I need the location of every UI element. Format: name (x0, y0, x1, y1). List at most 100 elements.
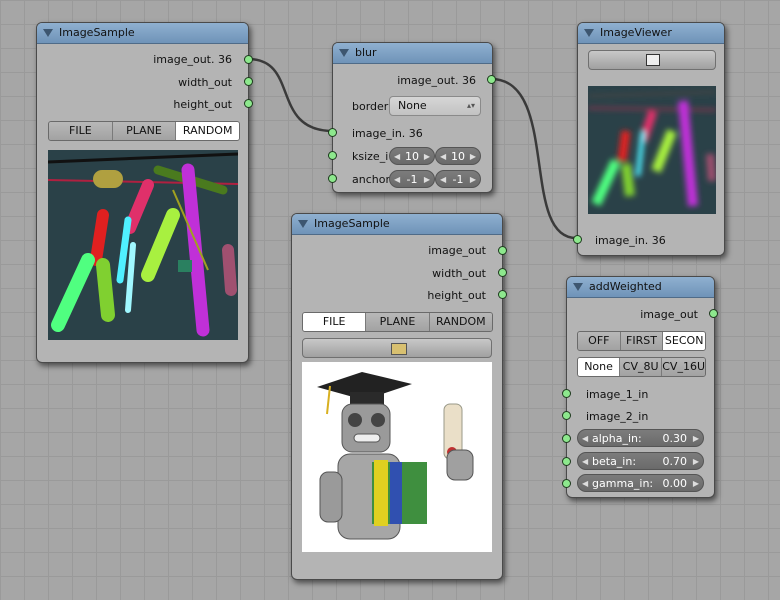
mode-random[interactable]: RANDOM (428, 313, 492, 331)
alpha-label: alpha_in: (592, 432, 642, 445)
image-sample-node-2[interactable]: ImageSample image_out width_out height_o… (291, 213, 507, 580)
dtype-selector[interactable]: None CV_8U CV_16U (577, 357, 706, 377)
dtype-cv16u[interactable]: CV_16U (661, 358, 705, 376)
graduate-robot-image (302, 362, 492, 552)
arrow-right-icon[interactable]: ▶ (470, 148, 476, 166)
node-title: ImageViewer (600, 26, 672, 39)
output-label-height: height_out (427, 289, 486, 302)
random-image-preview (48, 150, 238, 340)
input-socket-anchor[interactable] (328, 174, 337, 183)
output-socket-image[interactable] (244, 55, 253, 64)
ksize-label: ksize_i (352, 150, 389, 163)
anchor-x-field[interactable]: ◀ -1 ▶ (389, 170, 435, 188)
mode-plane[interactable]: PLANE (365, 313, 429, 331)
triangle-down-icon[interactable] (43, 29, 53, 37)
arrow-right-icon[interactable]: ▶ (424, 148, 430, 166)
beta-label: beta_in: (592, 455, 637, 468)
output-label-width: width_out (432, 267, 486, 280)
output-label-image: image_out (428, 244, 486, 257)
output-socket-image[interactable] (709, 309, 718, 318)
add-weighted-node[interactable]: addWeighted image_out OFF FIRST SECON No… (562, 276, 718, 498)
output-socket-height[interactable] (244, 99, 253, 108)
image-viewer-node[interactable]: ImageViewer image_in. 36 (573, 22, 725, 256)
arrow-right-icon[interactable]: ▶ (693, 453, 699, 471)
dtype-cv8u[interactable]: CV_8U (619, 358, 662, 376)
blur-node[interactable]: blur image_out. 36 border None ▴▾ image_… (328, 42, 496, 193)
gamma-label: gamma_in: (592, 477, 654, 490)
triangle-down-icon[interactable] (339, 49, 349, 57)
alpha-value: 0.30 (662, 432, 688, 445)
robot-image-preview (302, 362, 492, 552)
output-socket-height[interactable] (498, 290, 507, 299)
triangle-down-icon[interactable] (584, 29, 594, 37)
mode-file[interactable]: FILE (49, 122, 112, 140)
input-socket-alpha[interactable] (562, 434, 571, 443)
source-mode-selector[interactable]: FILE PLANE RANDOM (302, 312, 493, 332)
border-dropdown-value: None (398, 99, 427, 112)
output-label-image: image_out. 36 (153, 53, 232, 66)
output-label-height: height_out (173, 98, 232, 111)
output-socket-image[interactable] (487, 75, 496, 84)
input-socket-image-1[interactable] (562, 389, 571, 398)
mode-random[interactable]: RANDOM (175, 122, 239, 140)
output-socket-width[interactable] (244, 77, 253, 86)
random-strokes-image (48, 150, 238, 340)
arrow-left-icon[interactable]: ◀ (582, 430, 588, 448)
output-label-width: width_out (178, 76, 232, 89)
node-header[interactable]: addWeighted (567, 277, 714, 298)
mode-first[interactable]: FIRST (619, 332, 663, 350)
link-sample1-blur (247, 57, 334, 133)
triangle-down-icon[interactable] (573, 283, 583, 291)
display-button[interactable] (588, 50, 716, 70)
arrow-right-icon[interactable]: ▶ (693, 430, 699, 448)
beta-field[interactable]: ◀ beta_in: 0.70 ▶ (577, 452, 704, 470)
ksize-y-field[interactable]: ◀ 10 ▶ (435, 147, 481, 165)
anchor-y-field[interactable]: ◀ -1 ▶ (435, 170, 481, 188)
input-socket-image-2[interactable] (562, 411, 571, 420)
input-socket-image[interactable] (328, 128, 337, 137)
source-mode-selector[interactable]: FILE PLANE RANDOM (48, 121, 240, 141)
node-header[interactable]: ImageViewer (578, 23, 724, 44)
mode-second[interactable]: SECON (662, 332, 705, 350)
input-socket-gamma[interactable] (562, 479, 571, 488)
ksize-x-field[interactable]: ◀ 10 ▶ (389, 147, 435, 165)
input-label-image-1: image_1_in (586, 388, 649, 401)
output-socket-image[interactable] (498, 246, 507, 255)
blurred-strokes-image (588, 86, 716, 214)
monitor-icon (646, 54, 660, 66)
arrow-left-icon[interactable]: ◀ (582, 453, 588, 471)
updown-icon: ▴▾ (466, 101, 475, 110)
folder-icon (391, 343, 407, 355)
border-dropdown[interactable]: None ▴▾ (389, 96, 481, 116)
gamma-value: 0.00 (662, 477, 688, 490)
alpha-field[interactable]: ◀ alpha_in: 0.30 ▶ (577, 429, 704, 447)
link-blur-viewer (490, 77, 577, 240)
arrow-left-icon[interactable]: ◀ (582, 475, 588, 493)
gamma-field[interactable]: ◀ gamma_in: 0.00 ▶ (577, 474, 704, 492)
dtype-none[interactable]: None (578, 358, 620, 376)
input-label-image-2: image_2_in (586, 410, 649, 423)
output-socket-width[interactable] (498, 268, 507, 277)
input-socket-beta[interactable] (562, 457, 571, 466)
node-header[interactable]: ImageSample (292, 214, 502, 235)
node-title: ImageSample (59, 26, 135, 39)
input-label-image: image_in. 36 (595, 234, 666, 247)
arrow-right-icon[interactable]: ▶ (470, 171, 476, 189)
mode-file[interactable]: FILE (303, 313, 366, 331)
arrow-right-icon[interactable]: ▶ (424, 171, 430, 189)
triangle-down-icon[interactable] (298, 220, 308, 228)
mode-plane[interactable]: PLANE (111, 122, 176, 140)
open-file-button[interactable] (302, 338, 492, 358)
input-socket-ksize[interactable] (328, 151, 337, 160)
node-header[interactable]: blur (333, 43, 492, 64)
input-socket-image[interactable] (573, 235, 582, 244)
mode-selector-1[interactable]: OFF FIRST SECON (577, 331, 706, 351)
arrow-right-icon[interactable]: ▶ (693, 475, 699, 493)
node-header[interactable]: ImageSample (37, 23, 248, 44)
beta-value: 0.70 (662, 455, 688, 468)
node-title: blur (355, 46, 377, 59)
output-label-image: image_out. 36 (397, 74, 476, 87)
output-label-image: image_out (640, 308, 698, 321)
mode-off[interactable]: OFF (578, 332, 620, 350)
image-sample-node-1[interactable]: ImageSample image_out. 36 width_out heig… (36, 22, 253, 363)
